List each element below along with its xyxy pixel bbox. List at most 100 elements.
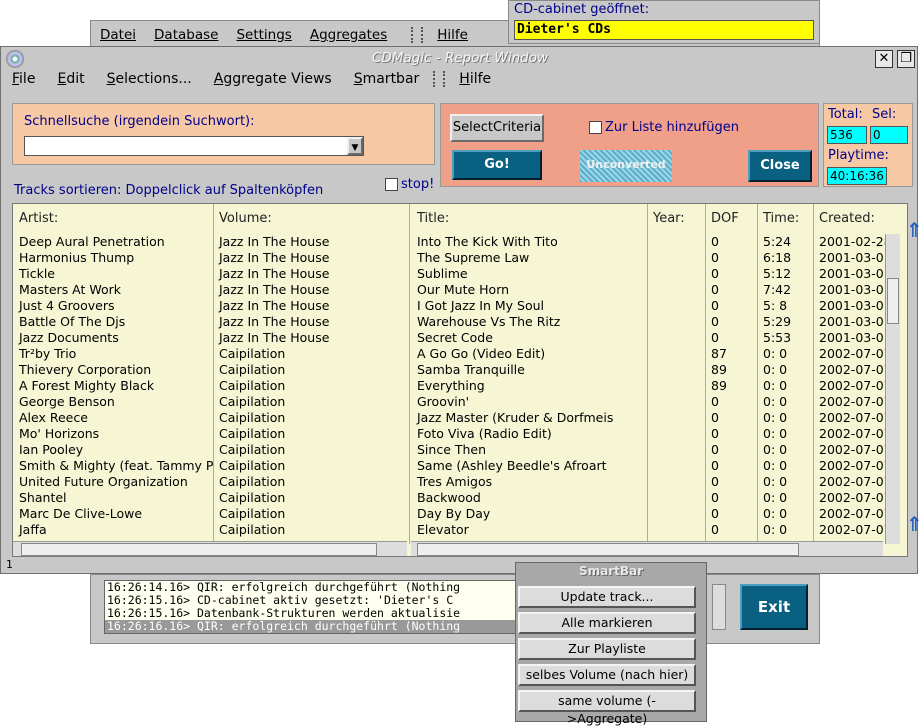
table-cell[interactable]: 2002-07-07 <box>813 378 885 394</box>
table-cell[interactable]: 2002-07-07 <box>813 506 885 522</box>
main-menu-settings[interactable]: Settings <box>236 27 291 43</box>
table-cell[interactable]: 2001-02-28 <box>813 234 885 250</box>
zur-playliste-button[interactable]: Zur Playliste <box>518 638 696 660</box>
table-cell[interactable] <box>647 282 705 298</box>
table-cell[interactable] <box>647 458 705 474</box>
table-cell[interactable]: 0: 0 <box>757 346 813 362</box>
table-cell[interactable]: Ian Pooley <box>13 442 213 458</box>
header-dof[interactable]: DOF <box>705 204 757 234</box>
table-cell[interactable] <box>647 522 705 538</box>
update-track-button[interactable]: Update track... <box>518 586 696 608</box>
table-cell[interactable]: Jazz Documents <box>13 330 213 346</box>
exit-button[interactable]: Exit <box>740 584 808 630</box>
table-cell[interactable]: Backwood <box>411 490 647 506</box>
table-cell[interactable] <box>647 410 705 426</box>
table-cell[interactable]: Tr²by Trio <box>13 346 213 362</box>
right-hscrollbar[interactable] <box>411 541 883 556</box>
table-cell[interactable]: 0 <box>705 298 757 314</box>
table-cell[interactable]: Caipilation <box>213 522 409 538</box>
table-cell[interactable]: The Supreme Law <box>411 250 647 266</box>
window-close-button[interactable]: ✕ <box>875 50 893 68</box>
alle-markieren-button[interactable]: Alle markieren <box>518 612 696 634</box>
table-cell[interactable]: Shantel <box>13 490 213 506</box>
scroll-thumb[interactable] <box>887 278 899 324</box>
table-cell[interactable] <box>647 442 705 458</box>
table-cell[interactable]: United Future Organization <box>13 474 213 490</box>
window-restore-button[interactable]: ❐ <box>897 50 915 68</box>
table-cell[interactable]: 2002-07-07 <box>813 490 885 506</box>
table-cell[interactable]: 2002-07-07 <box>813 426 885 442</box>
table-cell[interactable]: Tickle <box>13 266 213 282</box>
table-cell[interactable]: 6:18 <box>757 250 813 266</box>
table-cell[interactable]: 0 <box>705 490 757 506</box>
table-cell[interactable] <box>647 314 705 330</box>
table-cell[interactable]: 2001-03-01 <box>813 250 885 266</box>
table-cell[interactable]: Elevator <box>411 522 647 538</box>
table-cell[interactable]: 2001-03-01 <box>813 282 885 298</box>
scroll-up-arrow-icon[interactable]: ⇑ <box>906 512 920 536</box>
table-cell[interactable]: Jazz Master (Kruder & Dorfmeis <box>411 410 647 426</box>
table-cell[interactable]: 0 <box>705 410 757 426</box>
table-cell[interactable]: 0: 0 <box>757 458 813 474</box>
table-cell[interactable]: 0 <box>705 282 757 298</box>
table-cell[interactable]: Groovin' <box>411 394 647 410</box>
table-cell[interactable]: Caipilation <box>213 410 409 426</box>
table-cell[interactable]: 2002-07-07 <box>813 522 885 538</box>
table-cell[interactable]: Jazz In The House <box>213 282 409 298</box>
table-cell[interactable]: Caipilation <box>213 394 409 410</box>
table-cell[interactable] <box>647 394 705 410</box>
header-artist[interactable]: Artist: <box>13 204 213 234</box>
log-list[interactable]: 16:26:14.16> QIR: erfolgreich durchgefüh… <box>104 580 516 634</box>
table-cell[interactable] <box>647 330 705 346</box>
table-cell[interactable]: 5:12 <box>757 266 813 282</box>
table-cell[interactable]: Caipilation <box>213 378 409 394</box>
chevron-down-icon[interactable]: ▼ <box>347 137 363 155</box>
zur-liste-checkbox[interactable]: Zur Liste hinzufügen <box>589 120 739 135</box>
table-cell[interactable]: 0 <box>705 314 757 330</box>
table-cell[interactable]: Samba Tranquille <box>411 362 647 378</box>
table-cell[interactable]: 2001-03-01 <box>813 266 885 282</box>
menu-selections[interactable]: Selections... <box>107 71 192 87</box>
table-cell[interactable]: Caipilation <box>213 474 409 490</box>
table-cell[interactable]: 5:24 <box>757 234 813 250</box>
table-cell[interactable]: Caipilation <box>213 346 409 362</box>
menu-edit[interactable]: Edit <box>57 71 84 87</box>
table-cell[interactable]: 0: 0 <box>757 474 813 490</box>
table-cell[interactable]: Mo' Horizons <box>13 426 213 442</box>
table-cell[interactable]: Warehouse Vs The Ritz <box>411 314 647 330</box>
table-cell[interactable] <box>647 378 705 394</box>
table-cell[interactable]: 2002-07-07 <box>813 442 885 458</box>
table-cell[interactable]: Thievery Corporation <box>13 362 213 378</box>
same-volume-aggregate-button[interactable]: same volume (->Aggregate) <box>518 690 696 726</box>
main-menu-aggregates[interactable]: Aggregates <box>310 27 387 43</box>
table-cell[interactable] <box>647 298 705 314</box>
table-cell[interactable]: Alex Reece <box>13 410 213 426</box>
table-cell[interactable]: 0: 0 <box>757 506 813 522</box>
table-cell[interactable]: 0: 0 <box>757 490 813 506</box>
table-cell[interactable]: 5: 8 <box>757 298 813 314</box>
close-button[interactable]: Close <box>748 150 812 182</box>
menu-aggregate-views[interactable]: Aggregate Views <box>214 71 332 87</box>
header-volume[interactable]: Volume: <box>213 204 409 234</box>
table-cell[interactable]: 2001-03-01 <box>813 330 885 346</box>
table-cell[interactable]: Harmonius Thump <box>13 250 213 266</box>
table-cell[interactable]: 0: 0 <box>757 522 813 538</box>
scroll-thumb[interactable] <box>21 543 377 556</box>
table-cell[interactable] <box>647 426 705 442</box>
menu-hilfe[interactable]: Hilfe <box>459 71 491 87</box>
go-button[interactable]: Go! <box>452 150 542 180</box>
table-cell[interactable] <box>647 362 705 378</box>
table-cell[interactable]: Deep Aural Penetration <box>13 234 213 250</box>
table-cell[interactable]: 2001-03-01 <box>813 298 885 314</box>
log-vscrollbar[interactable] <box>712 584 726 630</box>
selbes-volume-button[interactable]: selbes Volume (nach hier) <box>518 664 696 686</box>
table-cell[interactable]: Tres Amigos <box>411 474 647 490</box>
table-cell[interactable]: 0: 0 <box>757 426 813 442</box>
table-cell[interactable] <box>647 250 705 266</box>
table-cell[interactable]: 0: 0 <box>757 442 813 458</box>
table-cell[interactable] <box>647 234 705 250</box>
table-cell[interactable]: 2002-07-07 <box>813 410 885 426</box>
table-cell[interactable]: 0 <box>705 458 757 474</box>
table-cell[interactable]: Jazz In The House <box>213 266 409 282</box>
select-criteria-button[interactable]: SelectCriteria <box>450 114 544 142</box>
